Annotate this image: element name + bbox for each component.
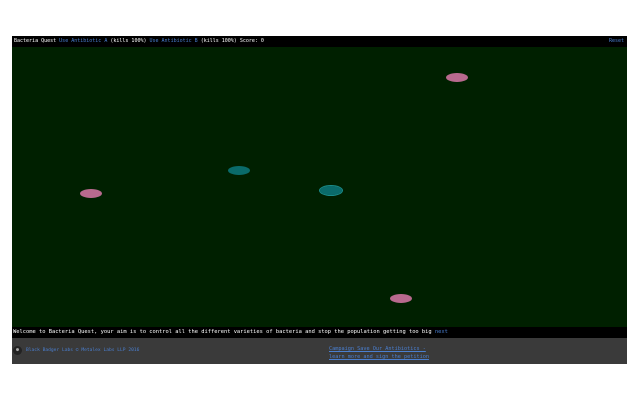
game-field[interactable] <box>12 47 627 327</box>
footer: ● Black Badger Labs © Metalex Labs LLP 2… <box>12 338 627 364</box>
top-bar-left: Bacteria Quest Use Antibiotic A (kills 1… <box>14 36 264 47</box>
game-title: Bacteria Quest <box>14 38 57 44</box>
badger-logo-icon: ● <box>13 346 22 355</box>
teal-bacterium[interactable] <box>228 166 250 175</box>
game-frame: Bacteria Quest Use Antibiotic A (kills 1… <box>12 36 627 364</box>
score-value: 0 <box>260 38 264 44</box>
antibiotic-b-info: (kills 100%) <box>200 38 237 44</box>
teal-bacterium[interactable] <box>319 185 343 196</box>
reset-link[interactable]: Reset <box>609 36 624 47</box>
next-link[interactable]: next <box>435 329 448 335</box>
campaign-line-2[interactable]: learn more and sign the petition <box>329 353 429 361</box>
score-label: Score: <box>239 38 258 44</box>
credit-link[interactable]: Black Badger Labs © Metalex Labs LLP 201… <box>26 348 139 353</box>
campaign-line-1[interactable]: Campaign Save Our Antibiotics - <box>329 345 429 353</box>
pink-bacterium[interactable] <box>80 189 102 198</box>
welcome-message: Welcome to Bacteria Quest, your aim is t… <box>13 329 432 335</box>
message-bar: Welcome to Bacteria Quest, your aim is t… <box>12 327 627 338</box>
campaign-link[interactable]: Campaign Save Our Antibiotics - learn mo… <box>329 345 429 361</box>
top-bar: Bacteria Quest Use Antibiotic A (kills 1… <box>12 36 627 47</box>
pink-bacterium[interactable] <box>390 294 412 303</box>
use-antibiotic-a-link[interactable]: Use Antibiotic A <box>59 38 107 44</box>
use-antibiotic-b-link[interactable]: Use Antibiotic B <box>150 38 198 44</box>
antibiotic-a-info: (kills 100%) <box>110 38 147 44</box>
pink-bacterium[interactable] <box>446 73 468 82</box>
